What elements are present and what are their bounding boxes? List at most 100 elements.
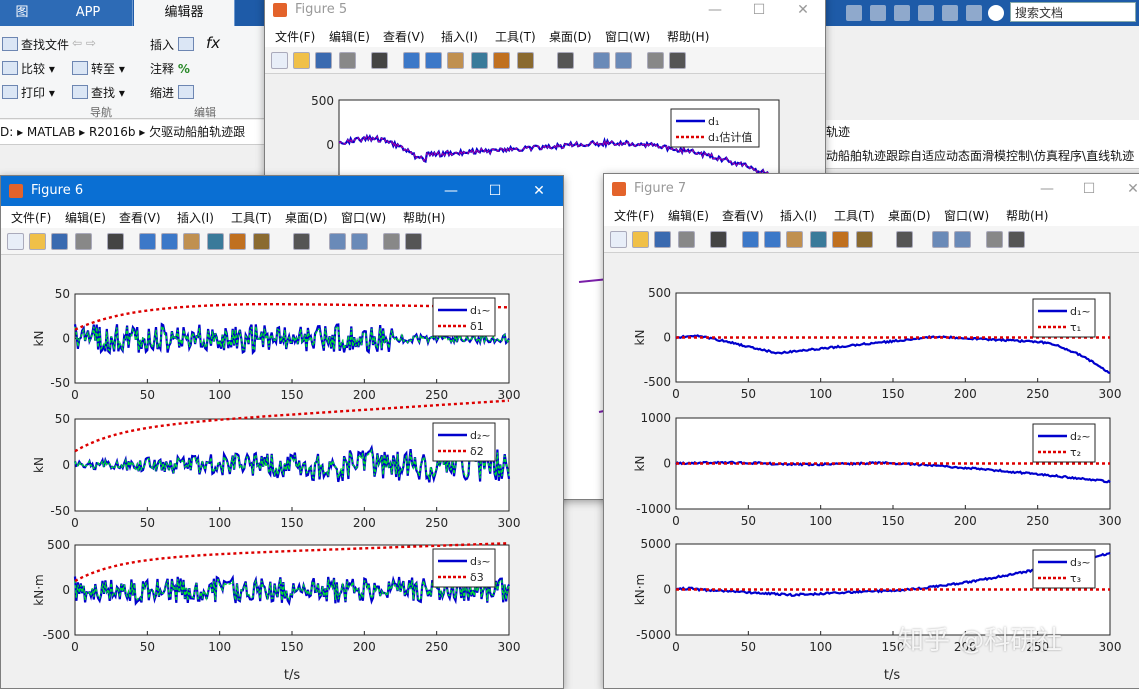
find-button[interactable]: 查找 ▾ [72, 84, 125, 101]
toolbar-tool-icon[interactable] [632, 231, 649, 248]
toolbar-tool-icon[interactable] [610, 231, 627, 248]
toolbar-tool-icon[interactable] [51, 233, 68, 250]
menu-item-7[interactable]: 帮助(H) [1006, 207, 1048, 224]
menu-item-6[interactable]: 窗口(W) [341, 209, 386, 226]
tab-editor[interactable]: 编辑器 [134, 0, 235, 26]
menu-item-0[interactable]: 文件(F) [614, 207, 654, 224]
menu-item-0[interactable]: 文件(F) [275, 28, 315, 45]
menu-item-2[interactable]: 查看(V) [119, 209, 161, 226]
toolbar-tool-icon[interactable] [293, 233, 310, 250]
toolbar-tool-icon[interactable] [954, 231, 971, 248]
menu-item-3[interactable]: 插入(I) [177, 209, 214, 226]
print-button[interactable]: 打印 ▾ [2, 84, 55, 101]
path-breadcrumb[interactable]: D: ▸ MATLAB ▸ R2016b ▸ 欠驱动船舶轨迹跟 [0, 125, 245, 139]
maximize-button[interactable]: ☐ [1067, 174, 1111, 204]
undo-icon[interactable] [918, 5, 934, 21]
switch-windows-icon[interactable] [966, 5, 982, 21]
toolbar-tool-icon[interactable] [403, 52, 420, 69]
menu-item-1[interactable]: 编辑(E) [668, 207, 709, 224]
toolbar-tool-icon[interactable] [786, 231, 803, 248]
toolbar-tool-icon[interactable] [329, 233, 346, 250]
toolbar-tool-icon[interactable] [647, 52, 664, 69]
toolbar-tool-icon[interactable] [339, 52, 356, 69]
toolbar-tool-icon[interactable] [832, 231, 849, 248]
toolbar-tool-icon[interactable] [1008, 231, 1025, 248]
toolbar-tool-icon[interactable] [75, 233, 92, 250]
figure-5-titlebar[interactable]: Figure 5 — ☐ ✕ [265, 0, 825, 25]
minimize-button[interactable]: — [429, 176, 473, 206]
toolbar-tool-icon[interactable] [856, 231, 873, 248]
menu-item-7[interactable]: 帮助(H) [667, 28, 709, 45]
toolbar-tool-icon[interactable] [669, 52, 686, 69]
toolbar-tool-icon[interactable] [742, 231, 759, 248]
toolbar-tool-icon[interactable] [493, 52, 510, 69]
toolbar-tool-icon[interactable] [383, 233, 400, 250]
toolbar-tool-icon[interactable] [7, 233, 24, 250]
menu-item-0[interactable]: 文件(F) [11, 209, 51, 226]
figure-6-titlebar[interactable]: Figure 6 — ☐ ✕ [1, 176, 563, 206]
toolbar-tool-icon[interactable] [710, 231, 727, 248]
maximize-button[interactable]: ☐ [473, 176, 517, 206]
toolbar-tool-icon[interactable] [593, 52, 610, 69]
toolbar-tool-icon[interactable] [271, 52, 288, 69]
find-files-button[interactable]: 查找文件 [2, 36, 69, 53]
toolbar-tool-icon[interactable] [557, 52, 574, 69]
toolbar-tool-icon[interactable] [253, 233, 270, 250]
help-icon[interactable] [988, 5, 1004, 21]
tab-figure[interactable]: 图 [0, 0, 45, 26]
goto-button[interactable]: 转至 ▾ [72, 60, 125, 77]
compare-button[interactable]: 比较 ▾ [2, 60, 55, 77]
toolbar-tool-icon[interactable] [615, 52, 632, 69]
tab-app[interactable]: APP [44, 0, 133, 26]
toolbar-tool-icon[interactable] [29, 233, 46, 250]
cut-icon[interactable] [846, 5, 862, 21]
toolbar-tool-icon[interactable] [161, 233, 178, 250]
toolbar-tool-icon[interactable] [810, 231, 827, 248]
toolbar-tool-icon[interactable] [107, 233, 124, 250]
menu-item-2[interactable]: 查看(V) [722, 207, 764, 224]
menu-item-2[interactable]: 查看(V) [383, 28, 425, 45]
toolbar-tool-icon[interactable] [986, 231, 1003, 248]
menu-item-3[interactable]: 插入(I) [780, 207, 817, 224]
toolbar-tool-icon[interactable] [517, 52, 534, 69]
menu-item-6[interactable]: 窗口(W) [605, 28, 650, 45]
toolbar-tool-icon[interactable] [351, 233, 368, 250]
figure-7-window[interactable]: Figure 7 — ☐ ✕ 文件(F) 编辑(E) 查看(V) 插入(I) 工具(T)… [603, 173, 1139, 689]
toolbar-tool-icon[interactable] [896, 231, 913, 248]
toolbar-tool-icon[interactable] [425, 52, 442, 69]
minimize-button[interactable]: — [1025, 174, 1069, 204]
copy-icon[interactable] [870, 5, 886, 21]
close-button[interactable]: ✕ [781, 0, 825, 25]
indent-button[interactable]: 缩进 [150, 84, 197, 101]
toolbar-tool-icon[interactable] [183, 233, 200, 250]
toolbar-tool-icon[interactable] [315, 52, 332, 69]
menu-item-4[interactable]: 工具(T) [495, 28, 536, 45]
minimize-button[interactable]: — [693, 0, 737, 25]
close-button[interactable]: ✕ [517, 176, 561, 206]
toolbar-tool-icon[interactable] [371, 52, 388, 69]
toolbar-tool-icon[interactable] [405, 233, 422, 250]
toolbar-tool-icon[interactable] [139, 233, 156, 250]
figure-7-titlebar[interactable]: Figure 7 — ☐ ✕ [604, 174, 1139, 204]
toolbar-tool-icon[interactable] [293, 52, 310, 69]
comment-button[interactable]: 注释 % [150, 60, 190, 77]
toolbar-tool-icon[interactable] [678, 231, 695, 248]
menu-item-6[interactable]: 窗口(W) [944, 207, 989, 224]
figure-6-window[interactable]: Figure 6 — ☐ ✕ 文件(F) 编辑(E) 查看(V) 插入(I) 工具(T)… [0, 175, 564, 689]
nav-arrows[interactable]: ⇦ ⇨ [72, 36, 96, 50]
toolbar-tool-icon[interactable] [932, 231, 949, 248]
menu-item-7[interactable]: 帮助(H) [403, 209, 445, 226]
menu-item-1[interactable]: 编辑(E) [329, 28, 370, 45]
menu-item-5[interactable]: 桌面(D) [285, 209, 328, 226]
menu-item-5[interactable]: 桌面(D) [888, 207, 931, 224]
close-button[interactable]: ✕ [1111, 174, 1139, 204]
toolbar-tool-icon[interactable] [471, 52, 488, 69]
menu-item-4[interactable]: 工具(T) [834, 207, 875, 224]
search-docs-input[interactable]: 搜索文档 [1010, 2, 1136, 22]
toolbar-tool-icon[interactable] [229, 233, 246, 250]
toolbar-tool-icon[interactable] [654, 231, 671, 248]
paste-icon[interactable] [894, 5, 910, 21]
fx-button[interactable]: fx [206, 34, 220, 52]
insert-button[interactable]: 插入 [150, 36, 197, 53]
toolbar-tool-icon[interactable] [764, 231, 781, 248]
